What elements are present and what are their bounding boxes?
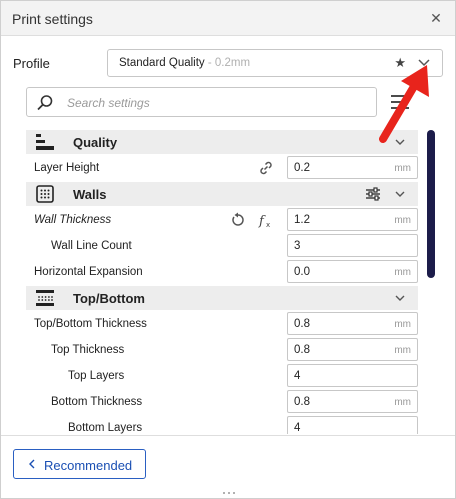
category-quality[interactable]: Quality xyxy=(26,130,418,154)
profile-label: Profile xyxy=(13,56,50,71)
setting-top-layers: Top Layers 4 xyxy=(26,363,418,389)
chevron-down-icon[interactable] xyxy=(394,188,406,200)
resize-grip-icon[interactable] xyxy=(222,491,236,495)
setting-label: Horizontal Expansion xyxy=(34,266,143,278)
setting-layer-height: Layer Height 0.2 mm xyxy=(26,155,418,181)
wall-thickness-field[interactable]: 1.2 mm xyxy=(287,208,418,231)
setting-label: Top Thickness xyxy=(51,344,125,356)
function-icon[interactable]: fx xyxy=(258,212,274,228)
category-quality-label: Quality xyxy=(73,135,118,150)
annotation-arrow-icon xyxy=(379,65,429,143)
profile-name-text: Standard Quality xyxy=(119,57,205,69)
field-value: 0.2 xyxy=(294,162,310,174)
category-walls-label: Walls xyxy=(73,187,107,202)
profile-selected: Standard Quality - 0.2mm xyxy=(119,57,250,69)
setting-bottom-thickness: Bottom Thickness 0.8 mm xyxy=(26,389,418,415)
panel-title: Print settings xyxy=(12,11,93,27)
category-top-bottom-label: Top/Bottom xyxy=(73,291,145,306)
search-box xyxy=(26,87,377,117)
layer-height-field[interactable]: 0.2 mm xyxy=(287,156,418,179)
setting-wall-thickness: Wall Thickness fx 1.2 mm xyxy=(26,207,418,233)
wall-line-count-field[interactable]: 3 xyxy=(287,234,418,257)
setting-label: Top Layers xyxy=(68,370,125,382)
field-unit: mm xyxy=(394,215,411,226)
reset-icon[interactable] xyxy=(230,212,246,228)
field-value: 0.8 xyxy=(294,396,310,408)
search-icon xyxy=(37,95,53,111)
print-settings-panel: Print settings ✕ Profile Standard Qualit… xyxy=(0,0,456,499)
footer-divider xyxy=(1,435,455,436)
field-value: 0.8 xyxy=(294,344,310,356)
svg-text:f: f xyxy=(258,214,266,228)
recommended-button-label: Recommended xyxy=(44,458,133,473)
setting-top-thickness: Top Thickness 0.8 mm xyxy=(26,337,418,363)
search-input[interactable] xyxy=(67,93,367,113)
bottom-thickness-field[interactable]: 0.8 mm xyxy=(287,390,418,413)
field-unit: mm xyxy=(394,163,411,174)
setting-horizontal-expansion: Horizontal Expansion 0.0 mm xyxy=(26,259,418,285)
title-bar: Print settings ✕ xyxy=(1,1,455,36)
recommended-button[interactable]: Recommended xyxy=(13,449,146,479)
field-value: 0.8 xyxy=(294,318,310,330)
setting-label: Top/Bottom Thickness xyxy=(34,318,147,330)
field-value: 1.2 xyxy=(294,214,310,226)
top-bottom-thickness-field[interactable]: 0.8 mm xyxy=(287,312,418,335)
field-unit: mm xyxy=(394,267,411,278)
category-walls[interactable]: Walls xyxy=(26,182,418,206)
field-value: 4 xyxy=(294,370,301,382)
field-unit: mm xyxy=(394,319,411,330)
top-bottom-icon xyxy=(36,290,54,306)
sliders-icon[interactable] xyxy=(365,186,381,202)
link-icon[interactable] xyxy=(258,160,274,176)
bottom-layers-field[interactable]: 4 xyxy=(287,416,418,434)
field-value: 0.0 xyxy=(294,266,310,278)
profile-layer-height-text: - 0.2mm xyxy=(204,57,251,69)
setting-label: Wall Line Count xyxy=(51,240,132,252)
settings-scrollbar[interactable] xyxy=(427,130,435,278)
top-thickness-field[interactable]: 0.8 mm xyxy=(287,338,418,361)
setting-wall-line-count: Wall Line Count 3 xyxy=(26,233,418,259)
setting-label: Wall Thickness xyxy=(34,214,112,226)
setting-bottom-layers: Bottom Layers 4 xyxy=(26,415,418,434)
field-unit: mm xyxy=(394,397,411,408)
chevron-left-icon xyxy=(29,459,35,469)
top-layers-field[interactable]: 4 xyxy=(287,364,418,387)
setting-label: Layer Height xyxy=(34,162,100,174)
quality-icon xyxy=(36,134,54,150)
setting-label: Bottom Thickness xyxy=(51,396,143,408)
close-icon[interactable]: ✕ xyxy=(426,8,446,28)
setting-top-bottom-thickness: Top/Bottom Thickness 0.8 mm xyxy=(26,311,418,337)
walls-icon xyxy=(36,185,54,203)
field-value: 3 xyxy=(294,240,301,252)
chevron-down-icon[interactable] xyxy=(394,292,406,304)
category-top-bottom[interactable]: Top/Bottom xyxy=(26,286,418,310)
settings-list: Quality Layer Height 0.2 mm Walls Wall T… xyxy=(26,129,420,434)
svg-text:x: x xyxy=(266,221,270,228)
horizontal-expansion-field[interactable]: 0.0 mm xyxy=(287,260,418,283)
field-value: 4 xyxy=(294,422,301,434)
field-unit: mm xyxy=(394,345,411,356)
setting-label: Bottom Layers xyxy=(68,422,143,434)
